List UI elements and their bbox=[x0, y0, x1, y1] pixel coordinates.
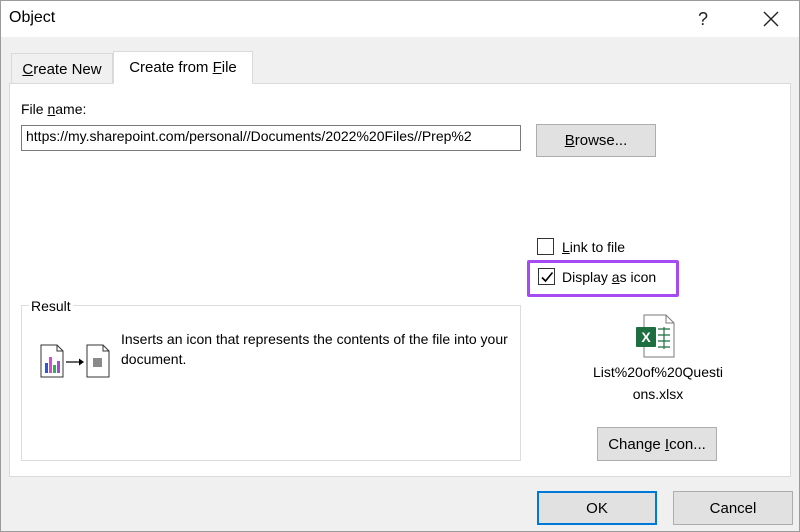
result-legend: Result bbox=[29, 298, 73, 314]
dialog-title: Object bbox=[9, 9, 56, 26]
result-description: Inserts an icon that represents the cont… bbox=[121, 331, 508, 367]
ok-button[interactable]: OK bbox=[537, 491, 657, 525]
close-button[interactable] bbox=[751, 5, 791, 33]
tab-create-from-file[interactable]: Create from File bbox=[113, 51, 253, 84]
file-name-label: File name: bbox=[21, 101, 87, 117]
link-to-file-checkbox[interactable] bbox=[537, 238, 554, 255]
excel-letter: X bbox=[641, 329, 651, 345]
tab-create-new-label: Create New bbox=[22, 60, 102, 78]
help-icon: ? bbox=[697, 8, 708, 29]
insert-icon-illustration bbox=[40, 344, 110, 378]
title-bar: Object ? bbox=[1, 1, 799, 37]
close-icon bbox=[763, 11, 779, 27]
tab-create-from-file-label: Create from File bbox=[129, 59, 237, 76]
icon-file-caption: List%20of%20Questi ons.xlsx bbox=[577, 361, 739, 405]
display-as-icon-highlight bbox=[527, 260, 679, 297]
file-name-input[interactable]: https://my.sharepoint.com/personal//Docu… bbox=[21, 125, 521, 151]
chart-document-icon bbox=[40, 344, 64, 378]
icon-file-caption-line1: List%20of%20Questi bbox=[593, 364, 723, 380]
link-to-file-label[interactable]: Link to file bbox=[562, 239, 625, 255]
arrow-icon bbox=[66, 358, 84, 366]
browse-button[interactable]: Browse... bbox=[536, 124, 656, 157]
object-dialog: Object ? Create New Create from File Fil… bbox=[0, 0, 800, 532]
change-icon-label: Change Icon... bbox=[608, 435, 706, 453]
browse-label: Browse... bbox=[564, 132, 628, 149]
tab-create-new[interactable]: Create New bbox=[11, 53, 113, 84]
help-button[interactable]: ? bbox=[683, 5, 723, 33]
icon-file-caption-line2: ons.xlsx bbox=[632, 386, 684, 402]
cancel-button[interactable]: Cancel bbox=[673, 491, 793, 525]
icon-document-icon bbox=[86, 344, 110, 378]
excel-file-icon: X bbox=[636, 314, 675, 358]
change-icon-button[interactable]: Change Icon... bbox=[597, 427, 717, 461]
